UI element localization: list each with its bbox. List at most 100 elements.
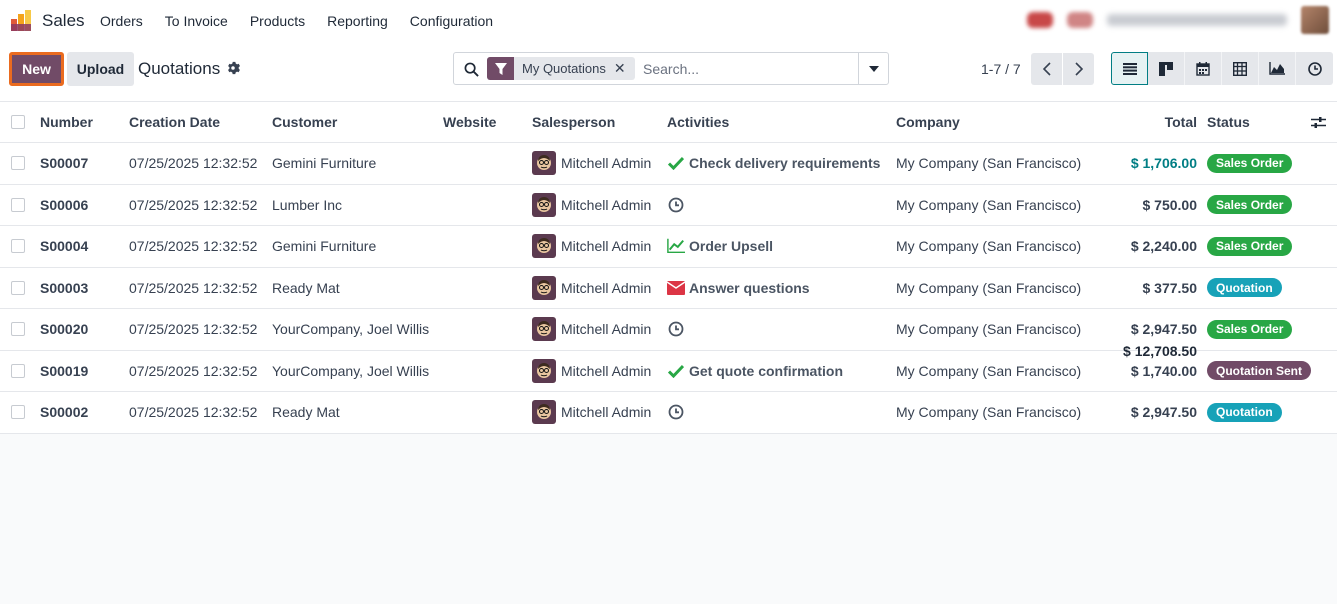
- pivot-table-icon: [1233, 61, 1247, 76]
- company-switcher[interactable]: [1107, 14, 1287, 26]
- activity[interactable]: Order Upsell: [667, 226, 773, 267]
- column-header-customer[interactable]: Customer: [272, 102, 337, 142]
- salesperson: Mitchell Admin: [532, 143, 651, 184]
- row-checkbox[interactable]: [11, 280, 25, 295]
- clock-icon[interactable]: [667, 320, 685, 338]
- menu-item-to-invoice[interactable]: To Invoice: [165, 13, 228, 29]
- table-row[interactable]: S00003 07/25/2025 12:32:52 Ready Mat Mitche…: [0, 267, 1337, 309]
- company-name: My Company (San Francisco): [896, 404, 1082, 421]
- order-number: S00003: [40, 279, 89, 296]
- activity[interactable]: [667, 392, 685, 433]
- chart-icon[interactable]: [667, 237, 685, 255]
- column-header-company[interactable]: Company: [896, 102, 960, 142]
- chevron-right-icon: [1074, 62, 1083, 76]
- activity[interactable]: Answer questions: [667, 268, 810, 309]
- search-icon[interactable]: [464, 62, 479, 77]
- table-row[interactable]: S00004 07/25/2025 12:32:52 Gemini Furnitur…: [0, 226, 1337, 268]
- search-facet: My Quotations ✕: [487, 57, 635, 80]
- kanban-icon: [1159, 61, 1173, 76]
- row-checkbox[interactable]: [11, 156, 25, 171]
- avatar[interactable]: [532, 317, 556, 342]
- row-checkbox[interactable]: [11, 363, 25, 378]
- graph-view-button[interactable]: [1259, 52, 1296, 85]
- avatar[interactable]: [532, 400, 556, 425]
- clock-icon[interactable]: [667, 196, 685, 214]
- order-number: S00006: [40, 196, 89, 213]
- menu-item-orders[interactable]: Orders: [100, 13, 143, 29]
- creation-date: 07/25/2025 12:32:52: [129, 279, 258, 296]
- column-header-status[interactable]: Status: [1207, 102, 1250, 142]
- order-number: S00020: [40, 321, 89, 338]
- creation-date: 07/25/2025 12:32:52: [129, 321, 258, 338]
- avatar[interactable]: [532, 151, 556, 176]
- salesperson-name: Mitchell Admin: [561, 404, 652, 421]
- area-chart-icon: [1269, 62, 1285, 75]
- close-icon[interactable]: ✕: [614, 60, 635, 77]
- column-header-creation-date[interactable]: Creation Date: [129, 102, 220, 142]
- activity-systray-icon[interactable]: [1027, 12, 1053, 28]
- order-number: S00002: [40, 404, 89, 421]
- salesperson: Mitchell Admin: [532, 268, 651, 309]
- company-name: My Company (San Francisco): [896, 321, 1082, 338]
- control-panel: New Upload Quotations My Quotations ✕ 1-…: [0, 42, 1337, 102]
- row-checkbox[interactable]: [11, 405, 25, 420]
- activity[interactable]: [667, 309, 685, 350]
- app-name[interactable]: Sales: [42, 11, 85, 31]
- activity[interactable]: Get quote confirmation: [667, 351, 843, 392]
- row-checkbox[interactable]: [11, 239, 25, 254]
- kanban-view-button[interactable]: [1148, 52, 1185, 85]
- avatar[interactable]: [532, 234, 556, 259]
- activity-summary: Check delivery requirements: [689, 155, 881, 172]
- menu-item-products[interactable]: Products: [250, 13, 305, 29]
- column-header-number[interactable]: Number: [40, 102, 93, 142]
- gear-icon[interactable]: [226, 61, 240, 75]
- avatar[interactable]: [532, 275, 556, 300]
- check-icon[interactable]: [667, 362, 685, 380]
- table-row[interactable]: S00007 07/25/2025 12:32:52 Gemini Furnitur…: [0, 143, 1337, 185]
- search-input[interactable]: [643, 59, 853, 79]
- list-view-button[interactable]: [1111, 52, 1148, 85]
- calendar-view-button[interactable]: [1185, 52, 1222, 85]
- check-icon[interactable]: [667, 154, 685, 172]
- company-name: My Company (San Francisco): [896, 238, 1082, 255]
- avatar[interactable]: [532, 358, 556, 383]
- activity[interactable]: Check delivery requirements: [667, 143, 880, 184]
- pager-previous-button[interactable]: [1031, 53, 1062, 85]
- customer-name: Gemini Furniture: [272, 238, 377, 255]
- table-row[interactable]: S00006 07/25/2025 12:32:52 Lumber Inc Mitch…: [0, 184, 1337, 226]
- menu-item-configuration[interactable]: Configuration: [410, 13, 493, 29]
- chevron-left-icon: [1042, 62, 1051, 76]
- pager-value[interactable]: 1-7 / 7: [981, 61, 1021, 77]
- status-badge: Quotation Sent: [1207, 361, 1311, 381]
- salesperson: Mitchell Admin: [532, 392, 651, 433]
- user-avatar[interactable]: [1301, 6, 1329, 34]
- envelope-icon[interactable]: [667, 279, 685, 297]
- activity[interactable]: [667, 185, 685, 226]
- activity-summary: Answer questions: [689, 279, 810, 296]
- messaging-systray-icon[interactable]: [1067, 12, 1093, 28]
- pivot-view-button[interactable]: [1222, 52, 1259, 85]
- pager-next-button[interactable]: [1063, 53, 1094, 85]
- row-checkbox[interactable]: [11, 197, 25, 212]
- customer-name: Gemini Furniture: [272, 155, 377, 172]
- column-header-activities[interactable]: Activities: [667, 102, 729, 142]
- column-header-salesperson[interactable]: Salesperson: [532, 102, 615, 142]
- menu-item-reporting[interactable]: Reporting: [327, 13, 388, 29]
- activity-view-button[interactable]: [1296, 52, 1333, 85]
- systray: [1027, 6, 1329, 34]
- clock-icon[interactable]: [667, 403, 685, 421]
- new-button[interactable]: New: [9, 52, 64, 86]
- order-total: $ 377.50: [1142, 279, 1198, 296]
- optional-columns-icon[interactable]: [1311, 116, 1326, 129]
- search-options-toggle[interactable]: [858, 53, 888, 84]
- sales-app-icon[interactable]: [10, 10, 32, 32]
- column-header-total[interactable]: Total: [1165, 102, 1197, 142]
- customer-name: Ready Mat: [272, 404, 340, 421]
- table-row[interactable]: S00002 07/25/2025 12:32:52 Ready Mat Mitche…: [0, 392, 1337, 434]
- upload-button[interactable]: Upload: [67, 52, 134, 86]
- column-header-website[interactable]: Website: [443, 102, 496, 142]
- select-all-checkbox[interactable]: [11, 115, 25, 129]
- row-checkbox[interactable]: [11, 322, 25, 337]
- salesperson-name: Mitchell Admin: [561, 279, 652, 296]
- avatar[interactable]: [532, 192, 556, 217]
